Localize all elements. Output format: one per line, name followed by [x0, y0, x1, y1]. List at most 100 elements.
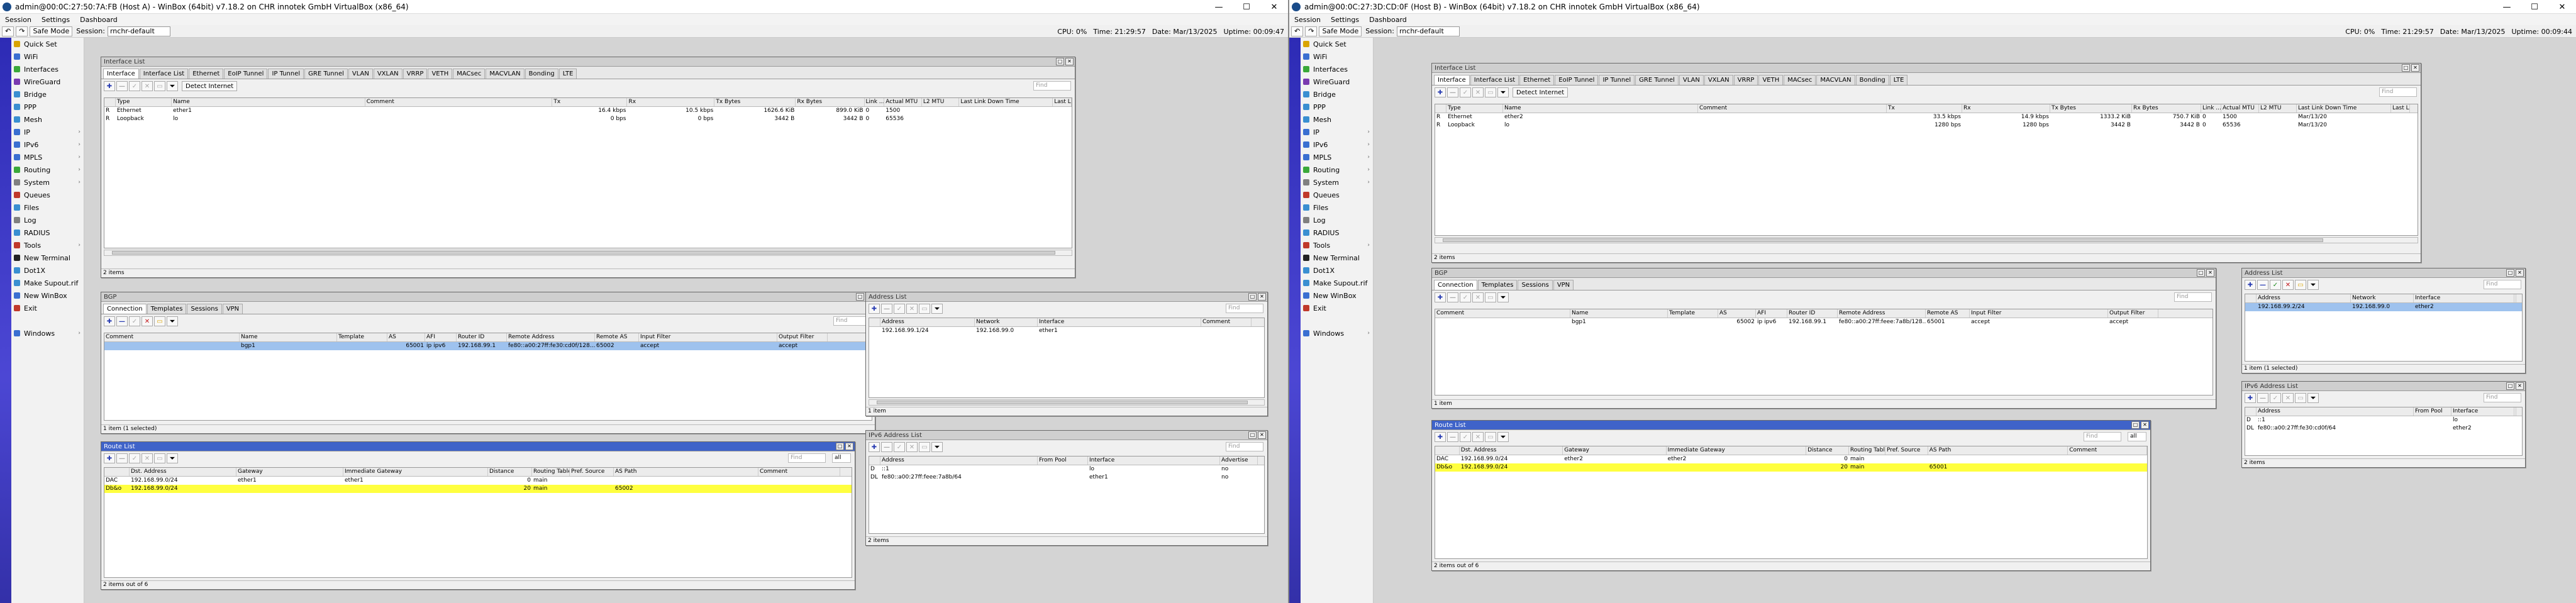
- menu-settings[interactable]: Settings: [36, 16, 75, 24]
- column-header[interactable]: Actual MTU: [2221, 104, 2259, 113]
- column-header[interactable]: [1435, 446, 1460, 455]
- column-header[interactable]: Router ID: [1787, 309, 1838, 318]
- table-row[interactable]: R Ethernet ether1 16.4 kbps 10.5 kbps 1626.6 …: [104, 107, 1072, 115]
- disable-icon[interactable]: ✕: [906, 304, 918, 314]
- tab-item[interactable]: VRRP: [1733, 75, 1758, 85]
- enable-icon[interactable]: ✓: [2270, 280, 2281, 290]
- sidebar-item[interactable]: MPLS ›: [1301, 151, 1373, 163]
- enable-icon[interactable]: ✓: [1460, 432, 1471, 442]
- remove-icon[interactable]: —: [881, 304, 892, 314]
- horizontal-scrollbar[interactable]: [104, 250, 1072, 256]
- comment-icon[interactable]: ▭: [154, 81, 165, 91]
- column-header[interactable]: Distance: [488, 468, 532, 476]
- table-row[interactable]: 192.168.99.1/24 192.168.99.0 ether1: [869, 327, 1264, 335]
- comment-icon[interactable]: ▭: [919, 304, 930, 314]
- table-row[interactable]: R Ethernet ether2 33.5 kbps 14.9 kbps 1333.2 …: [1435, 113, 2418, 121]
- undo-icon[interactable]: ↶: [1291, 26, 1304, 36]
- tab-item[interactable]: GRE Tunnel: [304, 69, 348, 79]
- filter-icon[interactable]: ⏷: [931, 442, 943, 452]
- add-icon[interactable]: ✚: [104, 316, 115, 326]
- column-header[interactable]: L2 MTU: [922, 98, 960, 106]
- table-row[interactable]: D::1 lo no: [869, 465, 1264, 473]
- close-icon[interactable]: ✕: [1258, 431, 1266, 439]
- disable-icon[interactable]: ✕: [1472, 87, 1484, 97]
- tab-item[interactable]: Sessions: [1518, 280, 1553, 290]
- sidebar-item[interactable]: Queues: [1301, 189, 1373, 201]
- column-header[interactable]: Comment: [1435, 309, 1570, 318]
- table-row[interactable]: Db&o 192.168.99.0/24 20 main 65002: [104, 485, 852, 493]
- route-filter-select[interactable]: all: [2128, 432, 2146, 441]
- column-header[interactable]: Comment: [2068, 446, 2147, 455]
- column-header[interactable]: Rx: [1962, 104, 2050, 113]
- restore-icon[interactable]: □: [836, 443, 844, 450]
- tab-item[interactable]: EoIP Tunnel: [224, 69, 268, 79]
- sidebar-item[interactable]: Make Supout.rif: [1301, 277, 1373, 289]
- undo-icon[interactable]: ↶: [2, 26, 14, 36]
- disable-icon[interactable]: ✕: [142, 81, 153, 91]
- tab-item[interactable]: Interface List: [1470, 75, 1519, 85]
- tab-item[interactable]: Ethernet: [1519, 75, 1555, 85]
- tab-item[interactable]: Templates: [147, 304, 187, 314]
- tab-item[interactable]: Templates: [1477, 280, 1518, 290]
- minimize-icon[interactable]: —: [2493, 0, 2521, 14]
- tab-item[interactable]: VXLAN: [1704, 75, 1733, 85]
- column-header[interactable]: [2245, 407, 2257, 416]
- restore-icon[interactable]: □: [2131, 421, 2140, 429]
- restore-icon[interactable]: □: [1248, 293, 1257, 301]
- column-header[interactable]: Comment: [1698, 104, 1887, 113]
- sidebar-item[interactable]: Dot1X: [11, 264, 84, 277]
- column-header[interactable]: Template: [337, 333, 387, 341]
- maximize-icon[interactable]: ☐: [2521, 0, 2548, 14]
- filter-icon[interactable]: ⏷: [167, 316, 178, 326]
- minimize-icon[interactable]: —: [1205, 0, 1233, 14]
- tab-item[interactable]: MACVLAN: [486, 69, 525, 79]
- window-titlebar[interactable]: Interface List: [101, 57, 1075, 67]
- enable-icon[interactable]: ✓: [129, 453, 140, 463]
- filter-icon[interactable]: ⏷: [167, 81, 178, 91]
- horizontal-scrollbar[interactable]: [1435, 237, 2418, 243]
- enable-icon[interactable]: ✓: [2270, 393, 2281, 403]
- add-icon[interactable]: ✚: [2245, 393, 2256, 403]
- column-header[interactable]: Last Link Down Time: [2297, 104, 2391, 113]
- column-header[interactable]: Router ID: [457, 333, 507, 341]
- column-header[interactable]: Type: [116, 98, 172, 106]
- safe-mode-button[interactable]: Safe Mode: [30, 26, 73, 36]
- filter-icon[interactable]: ⏷: [1497, 432, 1509, 442]
- tab-item[interactable]: MACVLAN: [1816, 75, 1855, 85]
- sidebar-item[interactable]: IPv6 ›: [11, 138, 84, 151]
- tab-item[interactable]: LTE: [558, 69, 577, 79]
- remove-icon[interactable]: —: [2257, 280, 2268, 290]
- column-header[interactable]: Rx Bytes: [2132, 104, 2201, 113]
- column-header[interactable]: Interface: [2451, 407, 2514, 416]
- tab-item[interactable]: Sessions: [187, 304, 222, 314]
- maximize-icon[interactable]: ☐: [1233, 0, 1260, 14]
- filter-icon[interactable]: ⏷: [167, 453, 178, 463]
- sidebar-item[interactable]: Exit: [1301, 302, 1373, 314]
- window-titlebar[interactable]: Route List: [101, 442, 855, 451]
- remove-icon[interactable]: —: [2257, 393, 2268, 403]
- column-header[interactable]: Tx: [1887, 104, 1962, 113]
- tab-item[interactable]: MACsec: [1784, 75, 1816, 85]
- sidebar-item[interactable]: Routing ›: [11, 163, 84, 176]
- tab-item[interactable]: Interface: [103, 69, 139, 79]
- column-header[interactable]: Dst. Address: [1460, 446, 1563, 455]
- sidebar-item[interactable]: Files: [11, 201, 84, 214]
- tab-item[interactable]: VETH: [1758, 75, 1784, 85]
- find-input[interactable]: Find: [1226, 304, 1263, 313]
- column-header[interactable]: [869, 318, 880, 326]
- sidebar-item[interactable]: Make Supout.rif: [11, 277, 84, 289]
- sidebar-item[interactable]: Dot1X: [1301, 264, 1373, 277]
- column-header[interactable]: Template: [1668, 309, 1718, 318]
- column-header[interactable]: Comment: [365, 98, 553, 106]
- column-header[interactable]: Remote AS: [595, 333, 639, 341]
- remove-icon[interactable]: —: [881, 442, 892, 452]
- redo-icon[interactable]: ↷: [1305, 26, 1318, 36]
- disable-icon[interactable]: ✕: [2282, 393, 2294, 403]
- close-icon[interactable]: ✕: [845, 443, 853, 450]
- disable-icon[interactable]: ✕: [1472, 292, 1484, 302]
- enable-icon[interactable]: ✓: [894, 442, 905, 452]
- column-header[interactable]: Comment: [2514, 294, 2516, 302]
- table-row[interactable]: DL fe80::a00:27ff:fe30:cd0f/64 ether2: [2245, 424, 2522, 433]
- table-row[interactable]: R Loopback lo 0 bps 0 bps 3442 B 3442 B 0 65536: [104, 115, 1072, 123]
- close-icon[interactable]: ✕: [2548, 0, 2576, 14]
